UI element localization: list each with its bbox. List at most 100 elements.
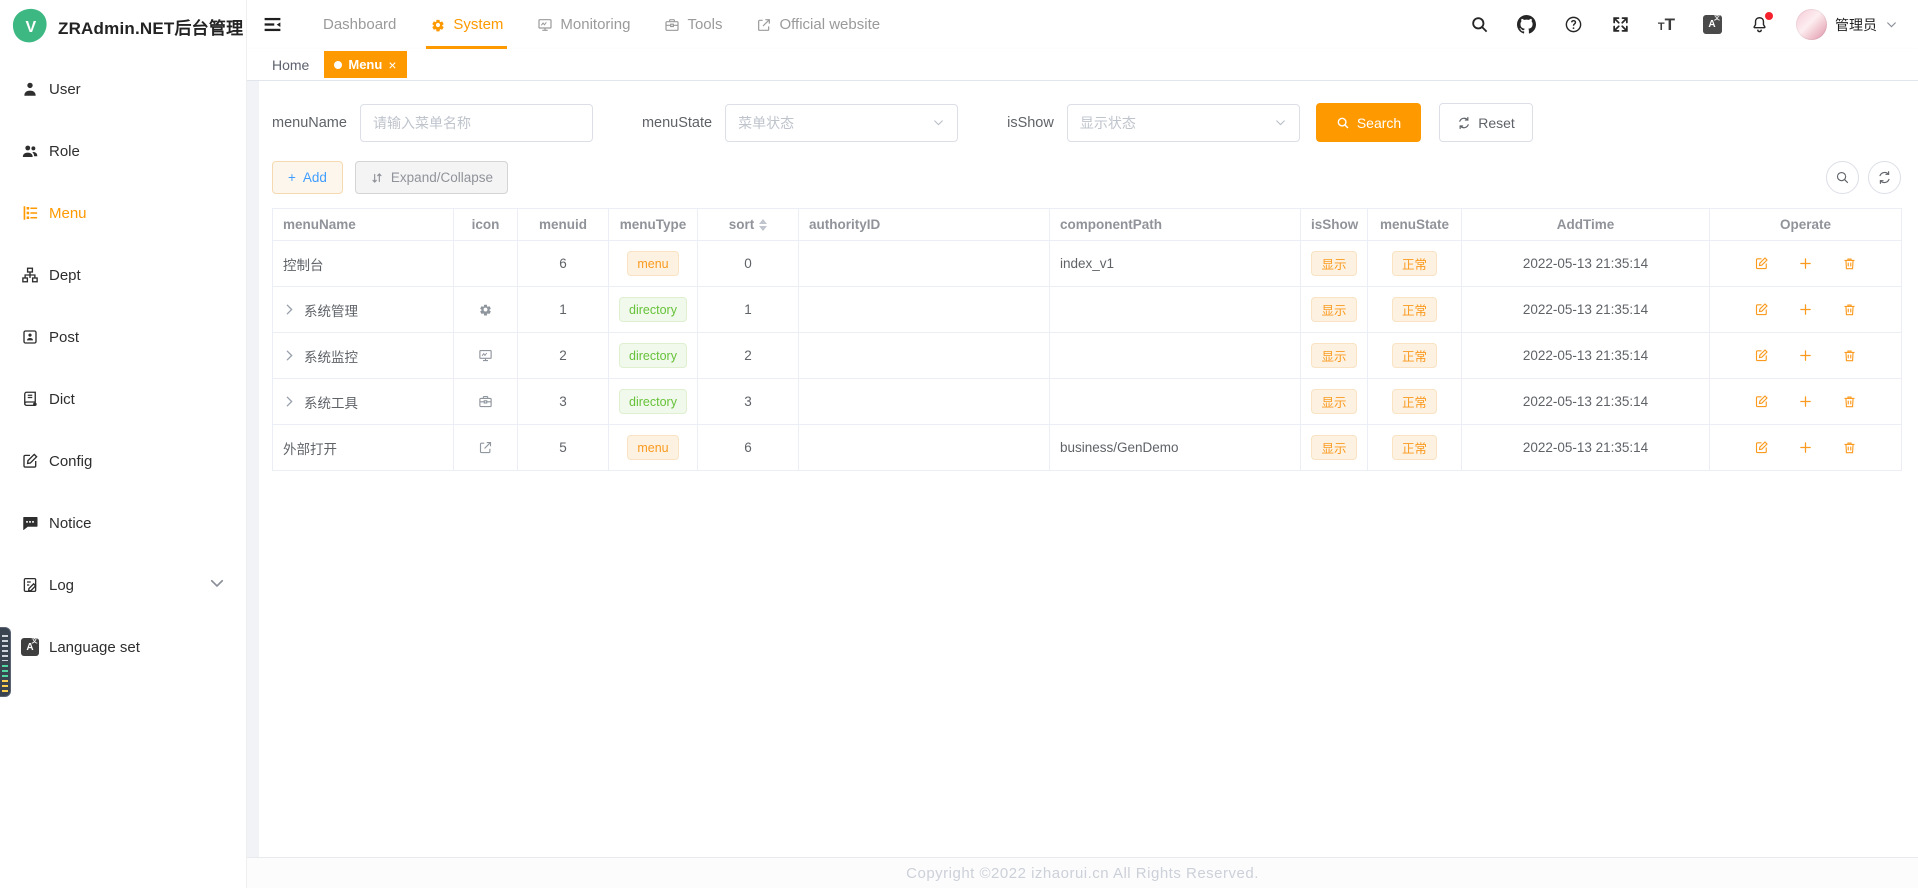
sitemap-icon xyxy=(21,266,39,284)
close-icon[interactable]: × xyxy=(388,58,396,72)
nav-tab-monitoring[interactable]: Monitoring xyxy=(520,0,647,49)
menu-state-tag[interactable]: 正常 xyxy=(1392,343,1437,368)
github-icon[interactable] xyxy=(1517,15,1537,35)
edit-icon[interactable] xyxy=(1754,440,1769,455)
add-child-icon[interactable] xyxy=(1798,348,1813,363)
is-show-select[interactable]: 显示状态 xyxy=(1067,104,1300,142)
add-button[interactable]: + Add xyxy=(272,161,343,194)
table-row: 控制台 6 menu 0 index_v1 显示 正常 2022-05-13 2… xyxy=(273,241,1902,287)
sidebar-item-label: Config xyxy=(49,453,92,470)
search-icon xyxy=(1336,116,1350,130)
expand-row-icon[interactable] xyxy=(283,303,296,316)
monitor-icon xyxy=(478,348,493,363)
reset-button[interactable]: Reset xyxy=(1439,103,1533,142)
delete-icon[interactable] xyxy=(1842,394,1857,409)
navbar-tabs: Dashboard System Monitoring Tools Offici… xyxy=(306,0,897,49)
authority-id-cell xyxy=(799,287,1050,333)
is-show-tag[interactable]: 显示 xyxy=(1311,297,1356,322)
logo-row[interactable]: V ZRAdmin.NET后台管理 xyxy=(0,0,246,52)
sidebar-item-user[interactable]: User xyxy=(0,58,246,120)
sort-cell: 3 xyxy=(698,379,799,425)
font-size-icon[interactable]: TT xyxy=(1658,16,1675,34)
edit-icon[interactable] xyxy=(1754,394,1769,409)
add-time-cell: 2022-05-13 21:35:14 xyxy=(1462,333,1710,379)
sidebar-item-config[interactable]: Config xyxy=(0,430,246,492)
sidebar-item-menu[interactable]: Menu xyxy=(0,182,246,244)
nav-tab-dashboard[interactable]: Dashboard xyxy=(306,0,413,49)
delete-icon[interactable] xyxy=(1842,302,1857,317)
nav-tab-official-website[interactable]: Official website xyxy=(739,0,897,49)
delete-icon[interactable] xyxy=(1842,440,1857,455)
is-show-tag[interactable]: 显示 xyxy=(1311,389,1356,414)
menu-type-tag: menu xyxy=(627,251,678,276)
menu-state-tag[interactable]: 正常 xyxy=(1392,435,1437,460)
col-menuid: menuid xyxy=(518,209,609,241)
user-icon xyxy=(21,80,39,98)
sidebar-item-label: Log xyxy=(49,577,74,594)
tab-label: Menu xyxy=(348,57,382,72)
menu-state-tag[interactable]: 正常 xyxy=(1392,251,1437,276)
sort-cell: 6 xyxy=(698,425,799,471)
add-child-icon[interactable] xyxy=(1798,302,1813,317)
edit-icon[interactable] xyxy=(1754,256,1769,271)
bell-icon[interactable] xyxy=(1749,15,1769,35)
menu-state-select[interactable]: 菜单状态 xyxy=(725,104,958,142)
menu-name-input[interactable] xyxy=(360,104,593,142)
sidebar-item-language-set[interactable]: A文 Language set xyxy=(0,616,246,678)
collapse-sidebar-icon[interactable] xyxy=(247,14,296,35)
expand-row-icon[interactable] xyxy=(283,349,296,362)
delete-icon[interactable] xyxy=(1842,256,1857,271)
user-menu[interactable]: 管理员 xyxy=(1796,9,1898,40)
select-placeholder: 菜单状态 xyxy=(738,113,794,133)
nav-tab-tools[interactable]: Tools xyxy=(647,0,739,49)
sidebar-item-dict[interactable]: Dict xyxy=(0,368,246,430)
expand-collapse-button[interactable]: Expand/Collapse xyxy=(355,161,508,194)
toggle-search-button[interactable] xyxy=(1826,161,1859,194)
app-title: ZRAdmin.NET后台管理 xyxy=(58,14,243,39)
edit-icon[interactable] xyxy=(1754,302,1769,317)
menu-state-tag[interactable]: 正常 xyxy=(1392,297,1437,322)
col-sort-label: sort xyxy=(729,217,755,232)
sort-asc-icon[interactable] xyxy=(759,219,767,224)
sidebar-item-log[interactable]: Log xyxy=(0,554,246,616)
sidebar-nav: User Role Menu Dept Post Dict xyxy=(0,52,246,678)
is-show-tag[interactable]: 显示 xyxy=(1311,435,1356,460)
col-menu-name: menuName xyxy=(273,209,454,241)
table-row: 外部打开 5 menu 6 business/GenDemo 显示 正常 202… xyxy=(273,425,1902,471)
reset-button-label: Reset xyxy=(1478,115,1515,131)
table-toolbar: + Add Expand/Collapse xyxy=(272,161,1901,194)
menu-state-tag[interactable]: 正常 xyxy=(1392,389,1437,414)
sidebar-item-notice[interactable]: Notice xyxy=(0,492,246,554)
search-button[interactable]: Search xyxy=(1316,103,1421,142)
sidebar-item-label: Dept xyxy=(49,267,81,284)
delete-icon[interactable] xyxy=(1842,348,1857,363)
add-child-icon[interactable] xyxy=(1798,440,1813,455)
component-path-cell xyxy=(1050,333,1301,379)
expand-row-icon[interactable] xyxy=(283,395,296,408)
fullscreen-icon[interactable] xyxy=(1611,15,1631,35)
search-icon[interactable] xyxy=(1470,15,1490,35)
sidebar-item-dept[interactable]: Dept xyxy=(0,244,246,306)
sort-desc-icon[interactable] xyxy=(759,226,767,231)
nav-tab-system[interactable]: System xyxy=(413,0,520,49)
edit-icon[interactable] xyxy=(1754,348,1769,363)
add-child-icon[interactable] xyxy=(1798,394,1813,409)
tab-menu-active[interactable]: Menu × xyxy=(324,51,406,78)
dict-book-icon xyxy=(21,390,39,408)
menu-type-tag: directory xyxy=(619,343,687,368)
is-show-tag[interactable]: 显示 xyxy=(1311,343,1356,368)
translate-icon[interactable]: A文 xyxy=(1702,15,1722,35)
nav-tab-label: Monitoring xyxy=(560,16,630,33)
refresh-table-button[interactable] xyxy=(1868,161,1901,194)
col-sort[interactable]: sort xyxy=(698,209,799,241)
is-show-tag[interactable]: 显示 xyxy=(1311,251,1356,276)
help-icon[interactable] xyxy=(1564,15,1584,35)
external-link-icon xyxy=(756,17,772,33)
sidebar-item-role[interactable]: Role xyxy=(0,120,246,182)
sidebar-item-post[interactable]: Post xyxy=(0,306,246,368)
tab-home[interactable]: Home xyxy=(272,57,309,73)
add-child-icon[interactable] xyxy=(1798,256,1813,271)
theme-drawer-handle[interactable] xyxy=(0,627,11,697)
filter-group-menu-state: menuState 菜单状态 xyxy=(642,104,958,142)
add-time-cell: 2022-05-13 21:35:14 xyxy=(1462,241,1710,287)
